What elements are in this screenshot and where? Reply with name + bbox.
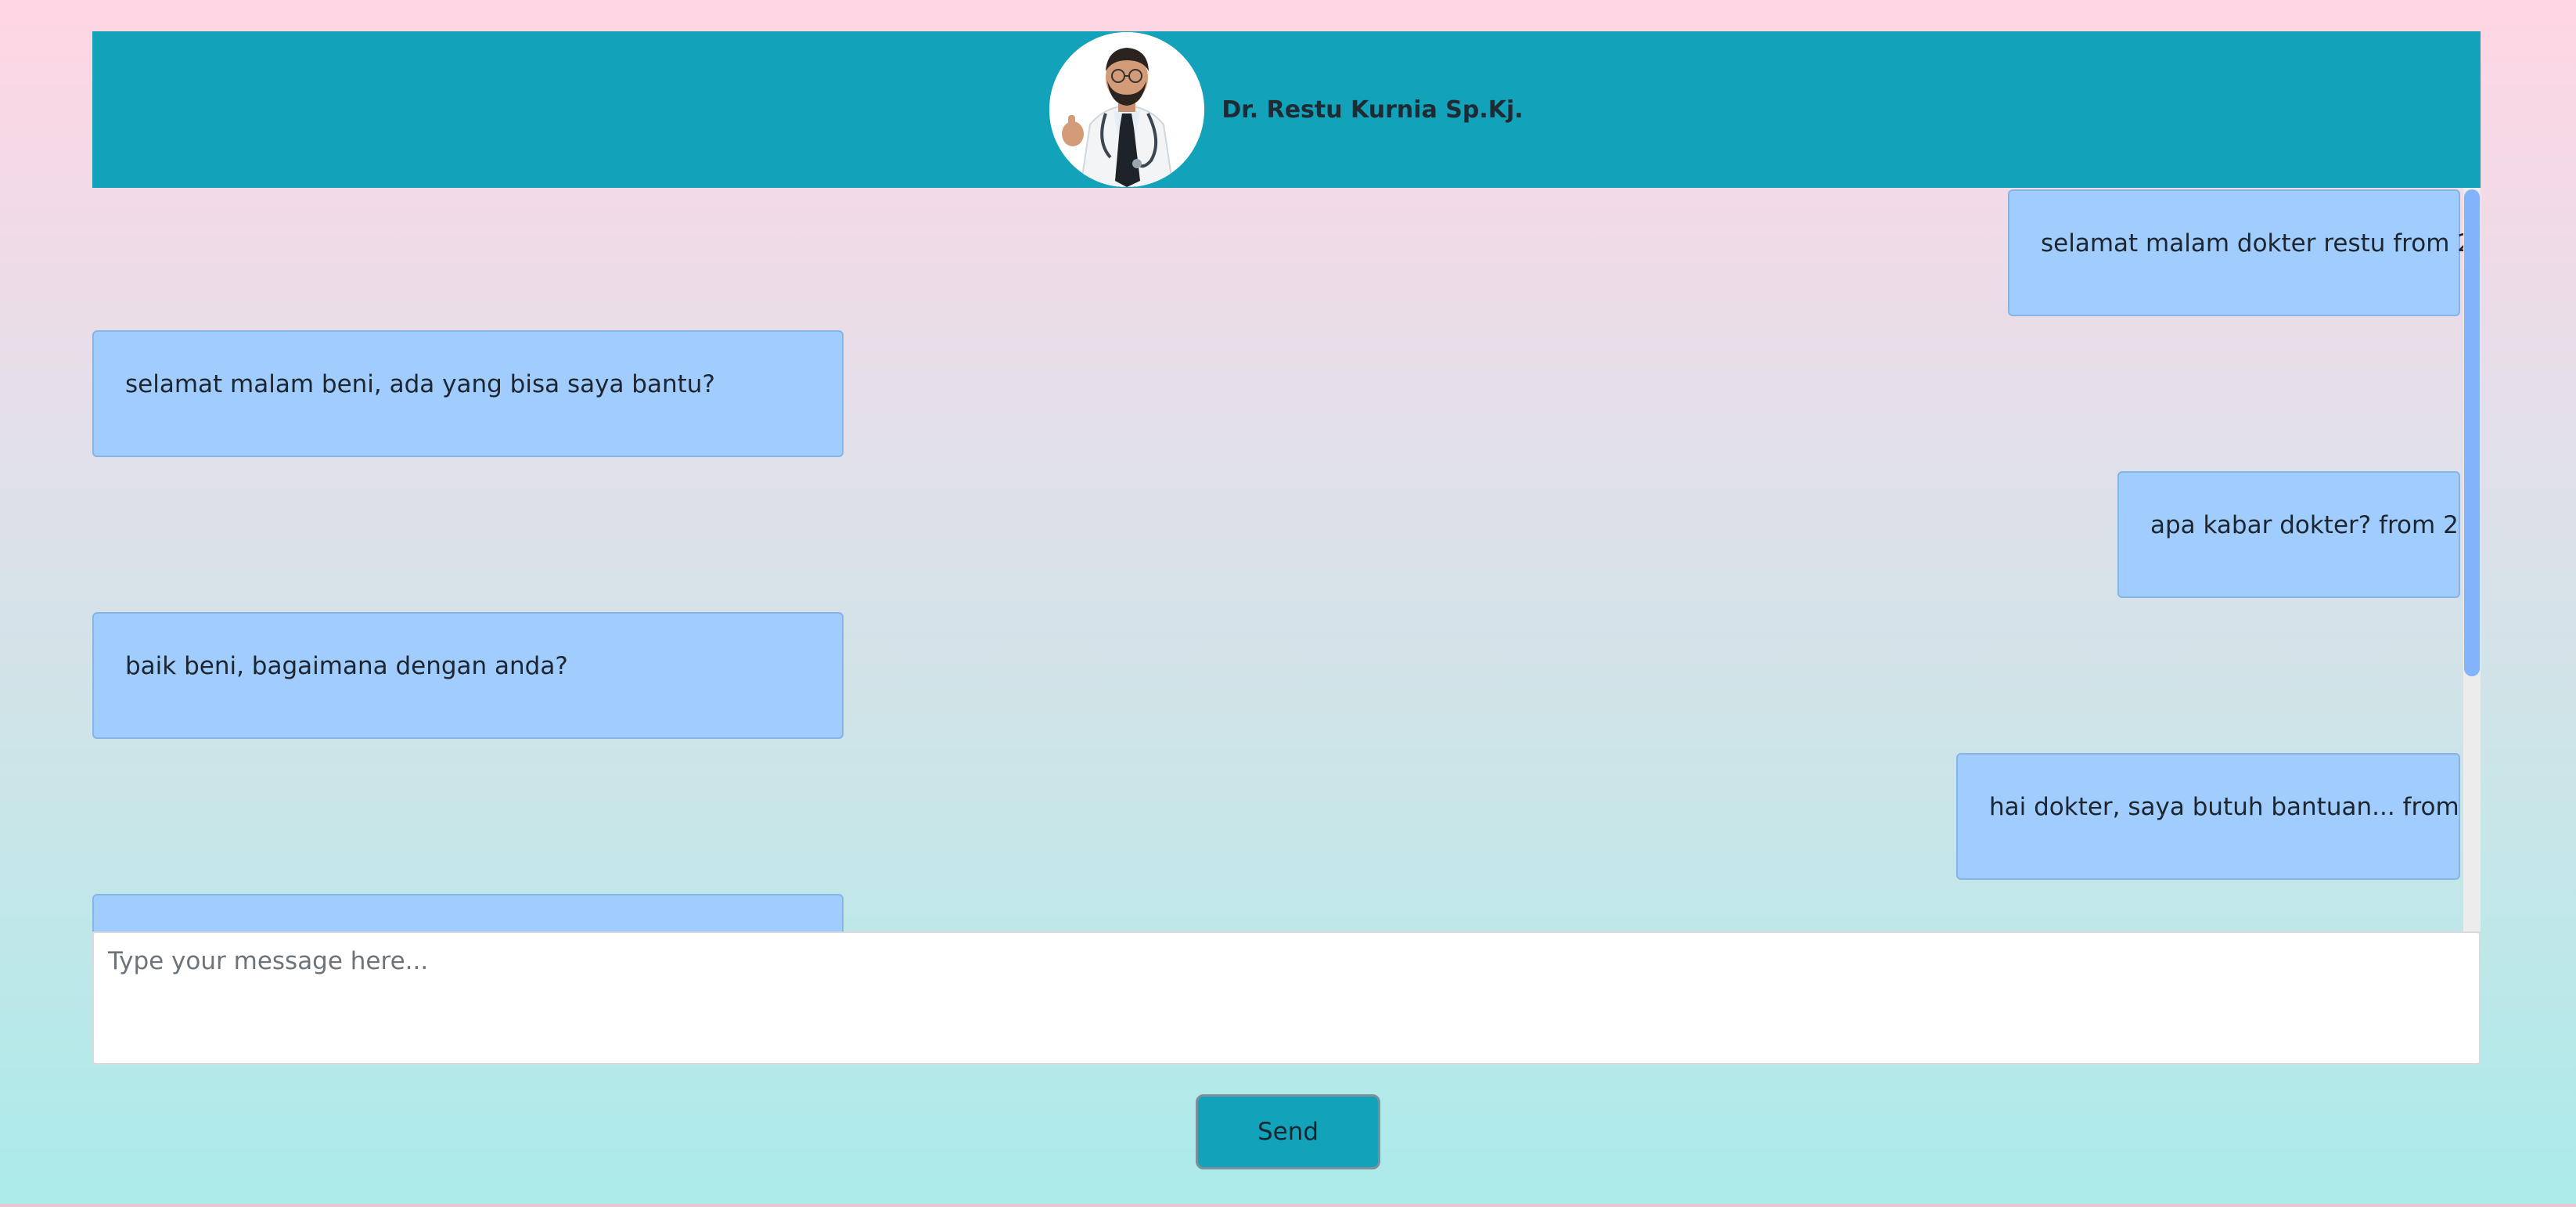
message-outgoing: hai dokter, saya butuh bantuan... from 2: [1956, 753, 2481, 880]
message-outgoing: apa kabar dokter? from 2: [2117, 471, 2460, 598]
page-bottom-divider: [0, 1204, 2576, 1207]
message-input[interactable]: [92, 931, 2481, 1065]
scrollbar-thumb[interactable]: [2464, 189, 2480, 676]
chat-header: Dr. Restu Kurnia Sp.Kj.: [92, 31, 2481, 188]
message-incoming: selamat malam beni, ada yang bisa saya b…: [92, 330, 844, 457]
message-outgoing: selamat malam dokter restu from 2: [2008, 189, 2473, 316]
message-list[interactable]: selamat malam dokter restu from 2 selama…: [92, 188, 2481, 931]
send-button[interactable]: Send: [1196, 1094, 1380, 1169]
message-incoming: [92, 894, 844, 931]
message-scrollbar[interactable]: [2463, 188, 2481, 931]
message-composer: [92, 931, 2481, 1065]
doctor-name: Dr. Restu Kurnia Sp.Kj.: [1221, 95, 1524, 124]
message-incoming: baik beni, bagaimana dengan anda?: [92, 612, 844, 739]
doctor-avatar-icon: [1049, 32, 1205, 187]
